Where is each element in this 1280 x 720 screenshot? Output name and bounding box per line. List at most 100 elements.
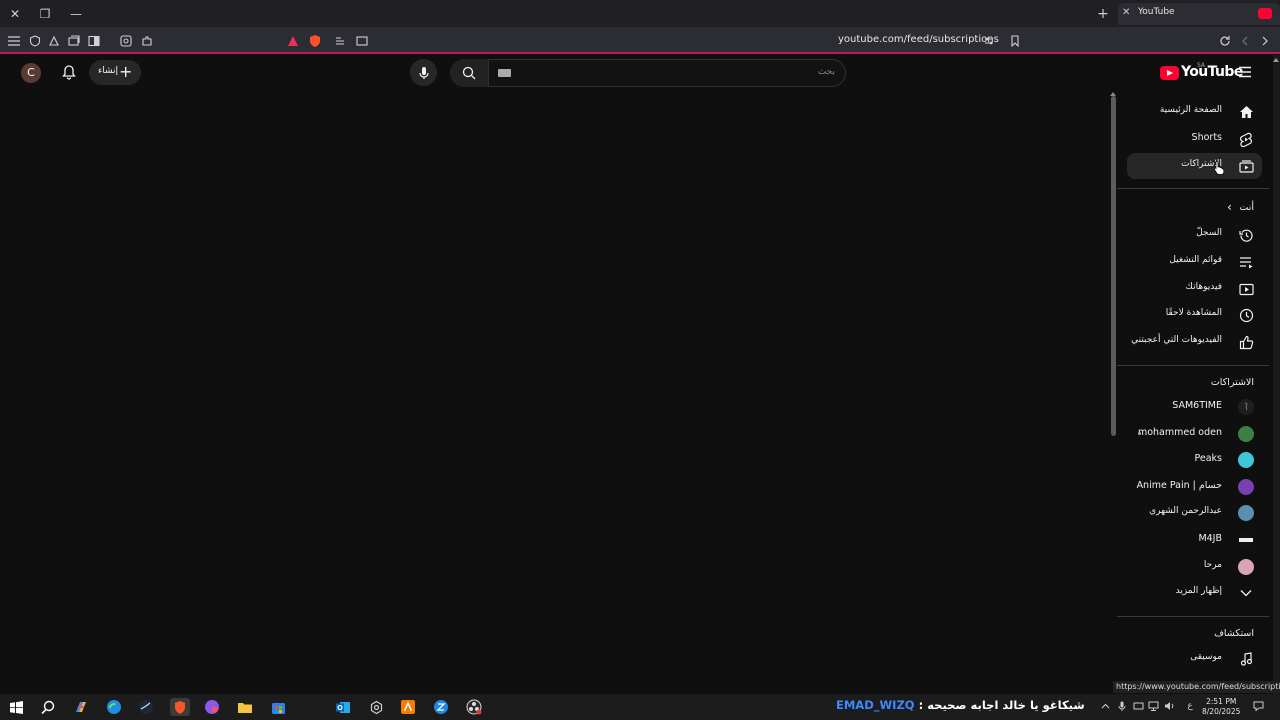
channel-name: عبدالرحمن الشهري: [1149, 506, 1222, 516]
youtube-logo-text: YouTube: [1181, 64, 1243, 80]
sidebar-channel[interactable]: Peaks: [1127, 447, 1262, 473]
tray-chevron-up-icon[interactable]: [1099, 700, 1111, 712]
sidebar-scrollbar[interactable]: [1111, 96, 1116, 436]
sidebar-item-shorts[interactable]: Shorts: [1127, 126, 1262, 152]
window-close-button[interactable]: ✕: [6, 5, 24, 23]
sidebar-item-watch-later[interactable]: المشاهدة لاحقًا: [1127, 302, 1262, 328]
tray-network-icon[interactable]: [1147, 700, 1159, 712]
settings-gear-icon[interactable]: [367, 698, 385, 716]
channel-name: M4JB: [1198, 533, 1222, 544]
brave-browser-icon[interactable]: [170, 698, 190, 716]
sidebar-item-label: فيديوهاتك: [1185, 282, 1222, 292]
sidebar-item-label: الفيديوهات التي أعجبتني: [1131, 335, 1222, 345]
browser-tab-youtube[interactable]: ✕ YouTube: [1118, 3, 1280, 25]
sidebar-channel[interactable]: mohammed oden: [1127, 421, 1262, 447]
voice-search-button[interactable]: [410, 59, 437, 86]
sidebar-item-liked-videos[interactable]: الفيديوهات التي أعجبتني: [1127, 329, 1262, 355]
tray-volume-icon[interactable]: [1163, 700, 1175, 712]
search-button[interactable]: [450, 59, 488, 87]
tray-language-indicator[interactable]: ع: [1184, 700, 1196, 712]
page-scroll-up-arrow[interactable]: [1273, 58, 1279, 62]
sidebar-channel[interactable]: Anime Pain | حسام: [1127, 474, 1262, 500]
sidebar-item-your-videos[interactable]: فيديوهاتك: [1127, 276, 1262, 302]
brave-shield-icon[interactable]: [307, 33, 323, 49]
create-button-label: إنشاء: [98, 66, 119, 76]
history-icon: [1238, 227, 1254, 243]
keyboard-icon[interactable]: [498, 69, 511, 77]
sidebar-item-label: قوائم التشغيل: [1169, 255, 1222, 265]
tray-microphone-icon[interactable]: [1116, 700, 1128, 712]
search-icon: [462, 66, 476, 80]
sidebar-show-more[interactable]: إظهار المزيد: [1127, 580, 1262, 606]
discord-like-app-icon[interactable]: [203, 698, 221, 716]
copilot-icon[interactable]: [72, 698, 90, 716]
reload-icon[interactable]: [1217, 33, 1233, 49]
avatar[interactable]: C: [21, 63, 41, 83]
clock-time: 2:51 PM: [1206, 697, 1237, 706]
file-explorer-icon[interactable]: [236, 698, 254, 716]
sidebar-channel[interactable]: مرحا: [1127, 554, 1262, 580]
sidebar-channel[interactable]: عبدالرحمن الشهري: [1127, 500, 1262, 526]
mouse-cursor-hand-icon: [1213, 160, 1225, 175]
guide-menu-icon[interactable]: [1238, 66, 1252, 78]
site-settings-icon[interactable]: [981, 33, 997, 49]
new-tab-button[interactable]: +: [1094, 5, 1112, 23]
sidebar-item-home[interactable]: الصفحة الرئيسية: [1127, 99, 1262, 125]
search-icon[interactable]: [39, 698, 57, 716]
extension-icon[interactable]: [46, 33, 62, 49]
taskbar-clock[interactable]: 2:51 PM 8/20/2025: [1202, 697, 1240, 717]
stream-chat-ticker: EMAD_WIZQ: شيكاغو يا خالد اجابه صحيحه: [836, 698, 1085, 712]
menu-icon[interactable]: [6, 33, 22, 49]
sidebar-toggle-icon[interactable]: [86, 33, 102, 49]
plus-icon: +: [119, 62, 133, 81]
channel-avatar: [1238, 505, 1254, 521]
windows-start-icon[interactable]: [7, 698, 25, 716]
create-button[interactable]: إنشاء +: [89, 60, 141, 85]
notifications-bell-icon[interactable]: [61, 64, 77, 80]
sidebar-channel[interactable]: SAM6TIME: [1127, 394, 1262, 420]
region-code: SA: [1197, 62, 1206, 69]
edge-browser-icon[interactable]: [105, 698, 123, 716]
shield-icon[interactable]: [27, 33, 43, 49]
page-scrollbar[interactable]: [1273, 55, 1280, 695]
reader-mode-icon[interactable]: [332, 33, 348, 49]
sidebar-item-history[interactable]: السجلّ: [1127, 222, 1262, 248]
windows-taskbar: EMAD_WIZQ: شيكاغو يا خالد اجابه صحيحه ع …: [0, 694, 1280, 720]
back-icon[interactable]: [1237, 33, 1253, 49]
sidebar-channel[interactable]: M4JB: [1127, 527, 1262, 553]
puzzle-icon[interactable]: [139, 33, 155, 49]
tray-app-icon[interactable]: [1132, 700, 1144, 712]
tabs-icon[interactable]: [66, 33, 82, 49]
window-minimize-button[interactable]: —: [67, 5, 85, 23]
address-bar-url[interactable]: youtube.com/feed/subscriptions: [838, 34, 999, 45]
window-restore-button[interactable]: ❐: [36, 5, 54, 23]
app-blue-icon[interactable]: [432, 698, 450, 716]
sidebar-item-music[interactable]: موسيقى: [1127, 646, 1262, 672]
outlook-icon[interactable]: [334, 698, 352, 716]
channel-avatar: [1238, 399, 1254, 415]
home-icon: [1238, 104, 1254, 120]
screenshot-icon[interactable]: [118, 33, 134, 49]
channel-avatar: [1238, 532, 1254, 548]
notifications-icon[interactable]: [1252, 700, 1264, 712]
sidebar-section-you[interactable]: أنت ›: [1127, 200, 1262, 218]
bookmark-icon[interactable]: [1007, 33, 1023, 49]
microsoft-store-icon[interactable]: [269, 698, 287, 716]
steam-icon[interactable]: [137, 698, 155, 716]
ticker-username: EMAD_WIZQ: [836, 698, 915, 712]
sidebar-item-playlists[interactable]: قوائم التشغيل: [1127, 249, 1262, 275]
tab-close-icon[interactable]: ✕: [1122, 7, 1130, 18]
brave-rewards-icon[interactable]: [285, 33, 301, 49]
forward-icon[interactable]: [1257, 33, 1273, 49]
thumbs-up-icon: [1238, 334, 1254, 350]
sidebar-item-subscriptions[interactable]: الاشتراكات: [1127, 153, 1262, 179]
app-triangle-icon[interactable]: [399, 698, 417, 716]
sidebar-divider: [1117, 188, 1269, 189]
picture-in-picture-icon[interactable]: [354, 33, 370, 49]
search-input[interactable]: بحث: [488, 59, 846, 87]
channel-name: mohammed oden: [1137, 427, 1222, 438]
obs-recording-icon[interactable]: [465, 698, 483, 716]
show-more-label: إظهار المزيد: [1175, 586, 1222, 596]
section-title-you: أنت: [1239, 202, 1254, 213]
channel-avatar: [1238, 559, 1254, 575]
